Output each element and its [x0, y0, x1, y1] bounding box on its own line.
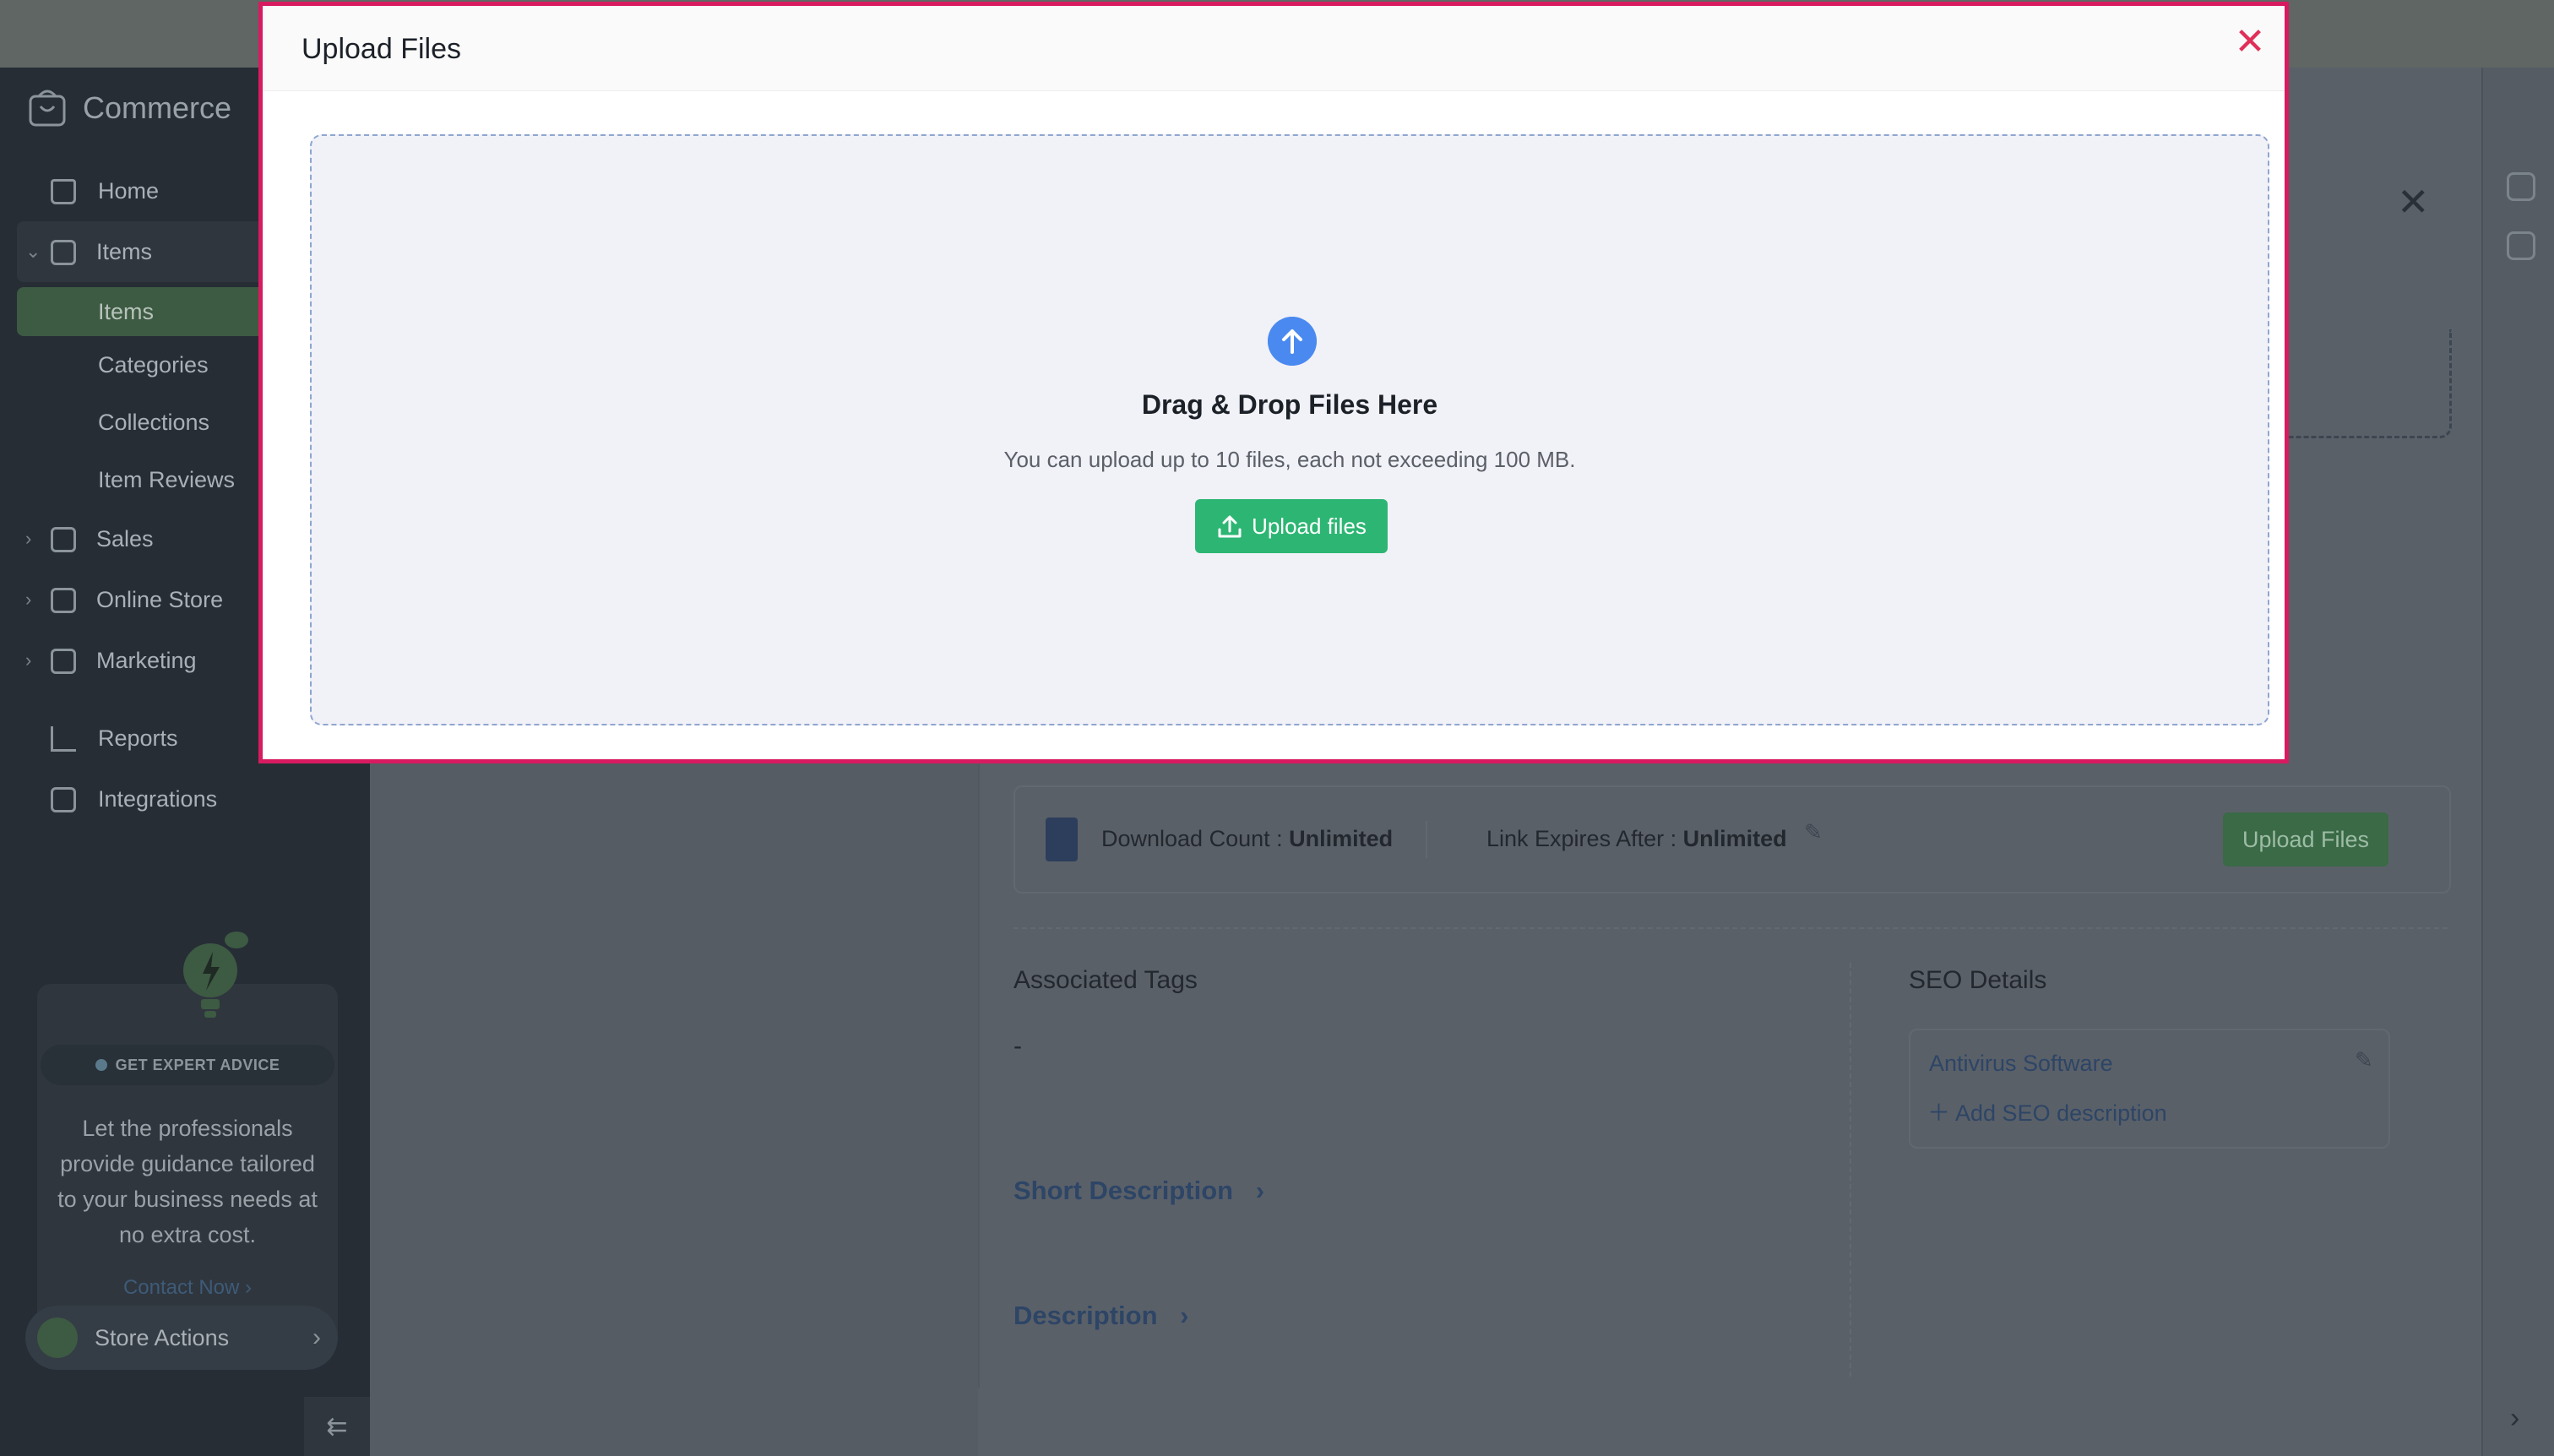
description-label: Description [1013, 1301, 1158, 1330]
chevron-right-icon: › [25, 589, 32, 610]
upload-button-label: Upload files [1252, 513, 1367, 539]
brand-name: Commerce [83, 90, 232, 125]
panel-divider [978, 743, 980, 1388]
sidebar-item-integrations[interactable]: Integrations [0, 769, 370, 829]
contact-now-label: Contact Now [122, 1276, 240, 1299]
advice-text: Let the professionals provide guidance t… [57, 1116, 318, 1247]
cart-icon [51, 527, 76, 552]
chevron-right-icon[interactable]: › [2510, 1402, 2519, 1435]
close-icon[interactable]: ✕ [2231, 23, 2269, 62]
chevron-right-icon: › [1180, 1301, 1189, 1330]
sidebar-item-label: Online Store [96, 586, 224, 612]
right-utility-bar: › [2481, 68, 2554, 1456]
seo-details-title: SEO Details [1909, 966, 2047, 994]
column-divider [1850, 963, 1851, 1377]
chevron-right-icon: › [25, 528, 32, 549]
megaphone-icon[interactable] [2507, 172, 2535, 201]
sidebar-item-label: Categories [98, 351, 209, 378]
upload-files-button[interactable]: Upload files [1195, 499, 1388, 553]
sidebar-item-label: Item Reviews [98, 466, 236, 492]
section-divider [1013, 927, 2448, 929]
sidebar-item-label: Integrations [98, 785, 218, 812]
bar-chart-icon [51, 726, 76, 752]
description-toggle[interactable]: Description › [1013, 1301, 1188, 1331]
sidebar-item-label: Items [96, 238, 153, 264]
chevron-right-icon: › [312, 1323, 321, 1351]
short-description-label: Short Description [1013, 1176, 1234, 1205]
badge-dot-icon [95, 1059, 107, 1071]
home-icon [51, 179, 76, 204]
associated-tags-value: - [1013, 1032, 1022, 1060]
chevron-down-icon: ⌄ [25, 241, 41, 262]
upload-icon [1218, 515, 1242, 538]
edit-pencil-icon[interactable]: ✎ [2355, 1047, 2373, 1073]
store-actions-button[interactable]: Store Actions › [25, 1306, 338, 1370]
video-icon[interactable] [2507, 231, 2535, 260]
store-icon [51, 588, 76, 613]
short-description-toggle[interactable]: Short Description › [1013, 1176, 1264, 1206]
add-seo-description-label: Add SEO description [1955, 1100, 2167, 1126]
image-drop-area[interactable] [2280, 329, 2452, 438]
modal-title: Upload Files [302, 33, 461, 65]
badge-text: GET EXPERT ADVICE [115, 1056, 280, 1073]
collapse-icon: ⇇ [326, 1412, 348, 1441]
associated-tags-title: Associated Tags [1013, 966, 1198, 994]
sidebar-item-label: Sales [96, 525, 154, 551]
brand[interactable]: Commerce [27, 88, 231, 128]
shopping-bag-icon [29, 90, 66, 127]
sidebar-item-label: Items [98, 298, 155, 324]
integrations-icon [51, 787, 76, 812]
contact-now-link[interactable]: Contact Now › [37, 1276, 338, 1300]
link-expires: Link Expires After : Unlimited [1486, 826, 1787, 851]
upload-arrow-icon [1268, 317, 1317, 366]
store-actions-label: Store Actions [95, 1324, 230, 1350]
sidebar-item-label: Marketing [96, 647, 197, 673]
close-panel-icon[interactable]: ✕ [2397, 179, 2430, 225]
store-icon [37, 1317, 78, 1358]
sidebar-item-label: Collections [98, 409, 210, 435]
add-seo-description-link[interactable]: ＋ Add SEO description [1927, 1095, 2167, 1127]
lightbulb-icon [183, 932, 248, 1018]
sidebar-item-label: Home [98, 177, 160, 204]
download-count: Download Count : Unlimited [1101, 826, 1394, 851]
chevron-right-icon: › [25, 649, 32, 671]
upload-files-button[interactable]: Upload Files [2223, 812, 2388, 867]
sidebar-item-label: Reports [98, 725, 178, 751]
expert-advice-badge: GET EXPERT ADVICE [41, 1045, 334, 1085]
file-drop-zone[interactable]: Drag & Drop Files Here You can upload up… [310, 134, 2269, 725]
separator [1426, 821, 1427, 858]
chevron-right-icon: › [1255, 1176, 1265, 1205]
edit-pencil-icon[interactable]: ✎ [1804, 819, 1823, 845]
collapse-sidebar-button[interactable]: ⇇ [304, 1397, 370, 1456]
download-settings-box: Download Count : Unlimited Link Expires … [1013, 785, 2451, 894]
seo-title-value: Antivirus Software [1929, 1051, 2113, 1076]
drop-zone-subtitle: You can upload up to 10 files, each not … [1003, 447, 1576, 472]
file-icon [1046, 818, 1078, 861]
modal-header: Upload Files ✕ [263, 6, 2285, 91]
upload-files-modal: Upload Files ✕ Drag & Drop Files Here Yo… [258, 2, 2289, 763]
basket-icon [51, 240, 76, 265]
drop-zone-title: Drag & Drop Files Here [1141, 389, 1438, 420]
megaphone-icon [51, 649, 76, 674]
expert-advice-card: GET EXPERT ADVICE Let the professionals … [37, 932, 338, 1347]
seo-details-box: Antivirus Software ✎ ＋ Add SEO descripti… [1909, 1029, 2390, 1149]
